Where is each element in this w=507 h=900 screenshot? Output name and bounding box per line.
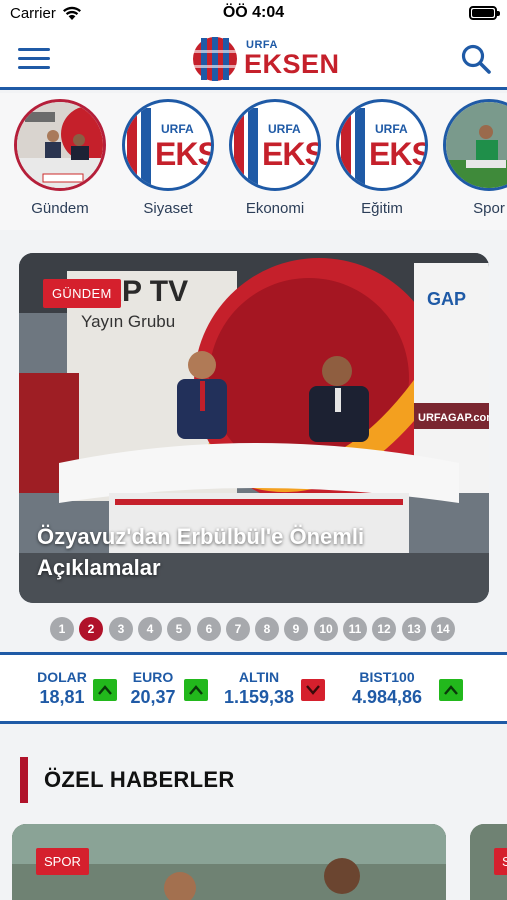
category-thumbnail <box>443 99 507 191</box>
special-news-section: ÖZEL HABERLER SPOR SPOR <box>0 727 507 900</box>
category-carousel[interactable]: Gündem URFA EKS Siyaset URFA EKS Ekonomi… <box>0 93 507 230</box>
market-name: EURO <box>132 669 174 685</box>
page-dot[interactable]: 6 <box>197 617 221 641</box>
category-badge: SPOR <box>36 848 89 875</box>
hamburger-icon <box>18 48 50 51</box>
category-gundem[interactable]: Gündem <box>12 99 108 217</box>
clock: ÖÖ 4:04 <box>222 4 285 21</box>
backdrop-banner-text: URFAGAP.com <box>418 412 489 424</box>
trend-up-icon <box>184 679 208 701</box>
category-thumbnail <box>14 99 106 191</box>
page-dot[interactable]: 1 <box>50 617 74 641</box>
logo-brand-text: EKS <box>369 136 428 172</box>
category-egitim[interactable]: URFA EKS Eğitim <box>334 99 430 217</box>
football-thumbnail-image <box>446 102 507 188</box>
news-card[interactable]: SPOR <box>470 824 507 900</box>
category-label: Eğitim <box>361 200 403 217</box>
category-label: Gündem <box>31 200 89 217</box>
page-dot[interactable]: 9 <box>284 617 308 641</box>
logo-city-text: URFA <box>268 122 301 136</box>
category-thumbnail: URFA EKS <box>336 99 428 191</box>
category-label: Spor <box>473 200 505 217</box>
page-dot[interactable]: 7 <box>226 617 250 641</box>
page-dot[interactable]: 8 <box>255 617 279 641</box>
featured-news-slide[interactable]: GAP TV Yayın Grubu GAP URFAGAP.com GÜNDE… <box>19 253 489 603</box>
market-value: 4.984,86 <box>351 687 423 707</box>
market-altin: ALTIN 1.159,38 <box>222 669 296 708</box>
category-logo-image: URFA EKS <box>339 102 425 188</box>
trend-up-icon <box>439 679 463 701</box>
market-ticker: DOLAR 18,81 EURO 20,37 ALTIN 1.159,38 BI… <box>0 652 507 724</box>
category-label: Siyaset <box>143 200 193 217</box>
studio-thumbnail-image <box>17 102 103 188</box>
category-thumbnail: URFA EKS <box>122 99 214 191</box>
logo-brand-text: EKSEN <box>244 49 340 79</box>
backdrop-sign-text: GAP <box>427 289 466 309</box>
page-dot[interactable]: 14 <box>431 617 455 641</box>
logo-ball-icon <box>193 37 237 81</box>
category-spor[interactable]: Spor <box>441 99 507 217</box>
news-card[interactable]: SPOR <box>12 824 446 900</box>
market-dolar: DOLAR 18,81 <box>36 669 88 708</box>
category-siyaset[interactable]: URFA EKS Siyaset <box>120 99 216 217</box>
hamburger-line <box>18 66 50 69</box>
backdrop-tagline-text: Yayın Grubu <box>81 312 175 331</box>
market-value: 1.159,38 <box>223 687 295 707</box>
logo-city-text: URFA <box>161 122 194 136</box>
section-title: ÖZEL HABERLER <box>44 767 235 792</box>
app-screen: Carrier ÖÖ 4:04 URFA EKSEN Gündem URFA E… <box>0 0 507 900</box>
featured-news-title: Özyavuz'dan Erbülbül'e Önemli Açıklamala… <box>37 524 365 580</box>
page-dot[interactable]: 13 <box>402 617 426 641</box>
page-dot[interactable]: 3 <box>109 617 133 641</box>
app-header: URFA EKSEN <box>0 28 507 90</box>
logo-brand-text: EKS <box>262 136 321 172</box>
page-dot[interactable]: 2 <box>79 617 103 641</box>
page-dot[interactable]: 5 <box>167 617 191 641</box>
battery-icon <box>469 6 500 20</box>
page-dot[interactable]: 4 <box>138 617 162 641</box>
category-badge: SPOR <box>494 848 507 875</box>
market-bist100: BIST100 4.984,86 <box>344 669 430 708</box>
category-logo-image: URFA EKS <box>125 102 211 188</box>
market-value: 20,37 <box>130 687 176 707</box>
section-accent-bar <box>20 757 28 803</box>
trend-up-icon <box>93 679 117 701</box>
category-label: Ekonomi <box>245 200 305 217</box>
page-dot[interactable]: 10 <box>314 617 338 641</box>
menu-button[interactable] <box>18 48 50 70</box>
page-dot[interactable]: 11 <box>343 617 367 641</box>
urfa-eksen-logo[interactable]: URFA EKSEN <box>192 36 339 84</box>
market-name: DOLAR <box>37 669 87 685</box>
search-icon[interactable] <box>459 42 493 76</box>
market-euro: EURO 20,37 <box>125 669 181 708</box>
category-logo-image: URFA EKS <box>232 102 318 188</box>
trend-down-icon <box>301 679 325 701</box>
market-name: ALTIN <box>238 669 280 685</box>
logo-brand-text: EKS <box>155 136 214 172</box>
category-thumbnail: URFA EKS <box>229 99 321 191</box>
status-bar: Carrier ÖÖ 4:04 <box>0 0 507 28</box>
category-badge: GÜNDEM <box>43 279 121 308</box>
market-value: 18,81 <box>39 687 85 707</box>
hamburger-line <box>18 57 50 60</box>
market-name: BIST100 <box>359 669 415 685</box>
page-dot[interactable]: 12 <box>372 617 396 641</box>
logo-city-text: URFA <box>375 122 408 136</box>
category-ekonomi[interactable]: URFA EKS Ekonomi <box>227 99 323 217</box>
